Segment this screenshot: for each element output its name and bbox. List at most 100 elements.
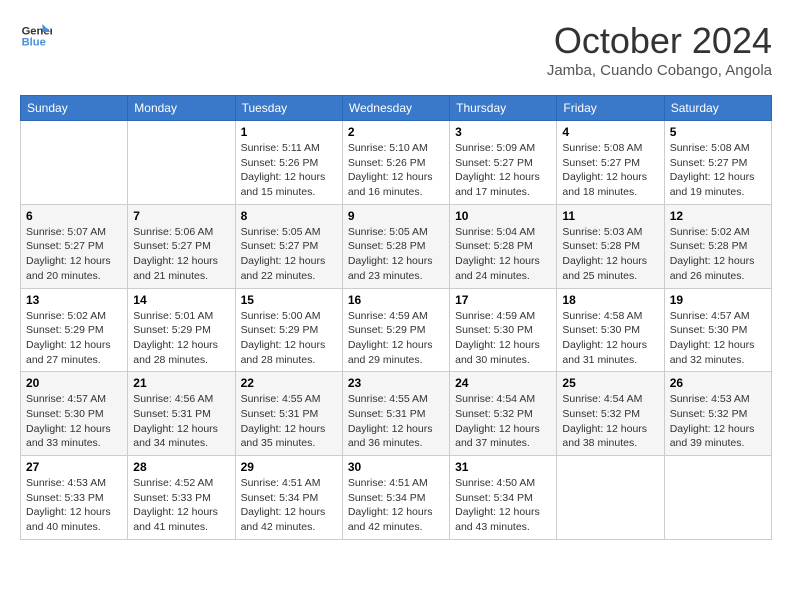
month-title: October 2024 <box>547 20 772 62</box>
day-info: Sunrise: 4:50 AM Sunset: 5:34 PM Dayligh… <box>455 476 551 535</box>
day-number: 26 <box>670 376 766 390</box>
day-info: Sunrise: 4:51 AM Sunset: 5:34 PM Dayligh… <box>348 476 444 535</box>
calendar-day-cell: 7 Sunrise: 5:06 AM Sunset: 5:27 PM Daylig… <box>128 204 235 288</box>
calendar-day-cell: 21 Sunrise: 4:56 AM Sunset: 5:31 PM Dayli… <box>128 372 235 456</box>
weekday-header: Friday <box>557 96 664 121</box>
calendar-day-cell: 27 Sunrise: 4:53 AM Sunset: 5:33 PM Dayli… <box>21 456 128 540</box>
calendar-day-cell: 3 Sunrise: 5:09 AM Sunset: 5:27 PM Daylig… <box>450 121 557 205</box>
day-info: Sunrise: 5:08 AM Sunset: 5:27 PM Dayligh… <box>562 141 658 200</box>
day-info: Sunrise: 5:05 AM Sunset: 5:27 PM Dayligh… <box>241 225 337 284</box>
day-number: 23 <box>348 376 444 390</box>
day-number: 28 <box>133 460 229 474</box>
day-number: 3 <box>455 125 551 139</box>
calendar-header-row: SundayMondayTuesdayWednesdayThursdayFrid… <box>21 96 772 121</box>
calendar-day-cell: 11Sunrise: 5:03 AM Sunset: 5:28 PM Dayli… <box>557 204 664 288</box>
day-info: Sunrise: 4:57 AM Sunset: 5:30 PM Dayligh… <box>670 309 766 368</box>
day-number: 20 <box>26 376 122 390</box>
logo: General Blue <box>20 20 52 52</box>
calendar-day-cell: 23 Sunrise: 4:55 AM Sunset: 5:31 PM Dayli… <box>342 372 449 456</box>
calendar-day-cell: 8 Sunrise: 5:05 AM Sunset: 5:27 PM Daylig… <box>235 204 342 288</box>
calendar-day-cell: 17 Sunrise: 4:59 AM Sunset: 5:30 PM Dayli… <box>450 288 557 372</box>
calendar-day-cell: 4 Sunrise: 5:08 AM Sunset: 5:27 PM Daylig… <box>557 121 664 205</box>
day-info: Sunrise: 5:09 AM Sunset: 5:27 PM Dayligh… <box>455 141 551 200</box>
day-info: Sunrise: 5:05 AM Sunset: 5:28 PM Dayligh… <box>348 225 444 284</box>
calendar-day-cell <box>664 456 771 540</box>
calendar-day-cell: 5Sunrise: 5:08 AM Sunset: 5:27 PM Daylig… <box>664 121 771 205</box>
day-info: Sunrise: 4:53 AM Sunset: 5:32 PM Dayligh… <box>670 392 766 451</box>
calendar-day-cell: 13 Sunrise: 5:02 AM Sunset: 5:29 PM Dayli… <box>21 288 128 372</box>
day-number: 7 <box>133 209 229 223</box>
day-number: 21 <box>133 376 229 390</box>
calendar-day-cell: 29 Sunrise: 4:51 AM Sunset: 5:34 PM Dayli… <box>235 456 342 540</box>
day-number: 22 <box>241 376 337 390</box>
calendar-table: SundayMondayTuesdayWednesdayThursdayFrid… <box>20 95 772 540</box>
day-number: 10 <box>455 209 551 223</box>
day-info: Sunrise: 5:02 AM Sunset: 5:28 PM Dayligh… <box>670 225 766 284</box>
day-number: 12 <box>670 209 766 223</box>
svg-text:Blue: Blue <box>22 37 46 49</box>
page-header: General Blue October 2024 Jamba, Cuando … <box>20 20 772 79</box>
weekday-header: Wednesday <box>342 96 449 121</box>
day-info: Sunrise: 4:53 AM Sunset: 5:33 PM Dayligh… <box>26 476 122 535</box>
calendar-day-cell: 12 Sunrise: 5:02 AM Sunset: 5:28 PM Dayli… <box>664 204 771 288</box>
day-info: Sunrise: 5:03 AM Sunset: 5:28 PM Dayligh… <box>562 225 658 284</box>
day-number: 17 <box>455 293 551 307</box>
day-number: 18 <box>562 293 658 307</box>
calendar-week-row: 27 Sunrise: 4:53 AM Sunset: 5:33 PM Dayli… <box>21 456 772 540</box>
day-number: 19 <box>670 293 766 307</box>
day-info: Sunrise: 5:01 AM Sunset: 5:29 PM Dayligh… <box>133 309 229 368</box>
day-number: 6 <box>26 209 122 223</box>
day-info: Sunrise: 4:59 AM Sunset: 5:30 PM Dayligh… <box>455 309 551 368</box>
calendar-day-cell: 24Sunrise: 4:54 AM Sunset: 5:32 PM Dayli… <box>450 372 557 456</box>
day-number: 25 <box>562 376 658 390</box>
location-subtitle: Jamba, Cuando Cobango, Angola <box>547 62 772 79</box>
title-block: October 2024 Jamba, Cuando Cobango, Ango… <box>547 20 772 79</box>
day-number: 1 <box>241 125 337 139</box>
weekday-header: Tuesday <box>235 96 342 121</box>
calendar-day-cell: 16 Sunrise: 4:59 AM Sunset: 5:29 PM Dayli… <box>342 288 449 372</box>
day-info: Sunrise: 4:56 AM Sunset: 5:31 PM Dayligh… <box>133 392 229 451</box>
day-number: 8 <box>241 209 337 223</box>
weekday-header: Sunday <box>21 96 128 121</box>
calendar-day-cell: 6 Sunrise: 5:07 AM Sunset: 5:27 PM Daylig… <box>21 204 128 288</box>
day-number: 24 <box>455 376 551 390</box>
calendar-week-row: 6 Sunrise: 5:07 AM Sunset: 5:27 PM Daylig… <box>21 204 772 288</box>
day-number: 16 <box>348 293 444 307</box>
day-info: Sunrise: 4:58 AM Sunset: 5:30 PM Dayligh… <box>562 309 658 368</box>
day-info: Sunrise: 4:54 AM Sunset: 5:32 PM Dayligh… <box>562 392 658 451</box>
day-info: Sunrise: 5:07 AM Sunset: 5:27 PM Dayligh… <box>26 225 122 284</box>
calendar-day-cell: 2Sunrise: 5:10 AM Sunset: 5:26 PM Daylig… <box>342 121 449 205</box>
calendar-week-row: 13 Sunrise: 5:02 AM Sunset: 5:29 PM Dayli… <box>21 288 772 372</box>
weekday-header: Monday <box>128 96 235 121</box>
calendar-day-cell: 26 Sunrise: 4:53 AM Sunset: 5:32 PM Dayli… <box>664 372 771 456</box>
calendar-day-cell <box>557 456 664 540</box>
day-info: Sunrise: 4:59 AM Sunset: 5:29 PM Dayligh… <box>348 309 444 368</box>
calendar-day-cell: 20Sunrise: 4:57 AM Sunset: 5:30 PM Dayli… <box>21 372 128 456</box>
weekday-header: Thursday <box>450 96 557 121</box>
day-number: 27 <box>26 460 122 474</box>
logo-icon: General Blue <box>20 20 52 52</box>
day-info: Sunrise: 5:06 AM Sunset: 5:27 PM Dayligh… <box>133 225 229 284</box>
day-number: 29 <box>241 460 337 474</box>
day-number: 5 <box>670 125 766 139</box>
day-info: Sunrise: 4:51 AM Sunset: 5:34 PM Dayligh… <box>241 476 337 535</box>
day-info: Sunrise: 5:11 AM Sunset: 5:26 PM Dayligh… <box>241 141 337 200</box>
calendar-day-cell: 30Sunrise: 4:51 AM Sunset: 5:34 PM Dayli… <box>342 456 449 540</box>
calendar-day-cell: 22Sunrise: 4:55 AM Sunset: 5:31 PM Dayli… <box>235 372 342 456</box>
calendar-day-cell: 15Sunrise: 5:00 AM Sunset: 5:29 PM Dayli… <box>235 288 342 372</box>
day-info: Sunrise: 5:04 AM Sunset: 5:28 PM Dayligh… <box>455 225 551 284</box>
calendar-day-cell: 9Sunrise: 5:05 AM Sunset: 5:28 PM Daylig… <box>342 204 449 288</box>
calendar-day-cell: 28 Sunrise: 4:52 AM Sunset: 5:33 PM Dayli… <box>128 456 235 540</box>
day-info: Sunrise: 4:55 AM Sunset: 5:31 PM Dayligh… <box>348 392 444 451</box>
calendar-day-cell: 31Sunrise: 4:50 AM Sunset: 5:34 PM Dayli… <box>450 456 557 540</box>
calendar-day-cell: 14Sunrise: 5:01 AM Sunset: 5:29 PM Dayli… <box>128 288 235 372</box>
day-number: 13 <box>26 293 122 307</box>
day-number: 4 <box>562 125 658 139</box>
weekday-header: Saturday <box>664 96 771 121</box>
day-info: Sunrise: 5:10 AM Sunset: 5:26 PM Dayligh… <box>348 141 444 200</box>
day-info: Sunrise: 5:02 AM Sunset: 5:29 PM Dayligh… <box>26 309 122 368</box>
calendar-day-cell <box>21 121 128 205</box>
calendar-week-row: 20Sunrise: 4:57 AM Sunset: 5:30 PM Dayli… <box>21 372 772 456</box>
calendar-day-cell <box>128 121 235 205</box>
day-info: Sunrise: 4:52 AM Sunset: 5:33 PM Dayligh… <box>133 476 229 535</box>
